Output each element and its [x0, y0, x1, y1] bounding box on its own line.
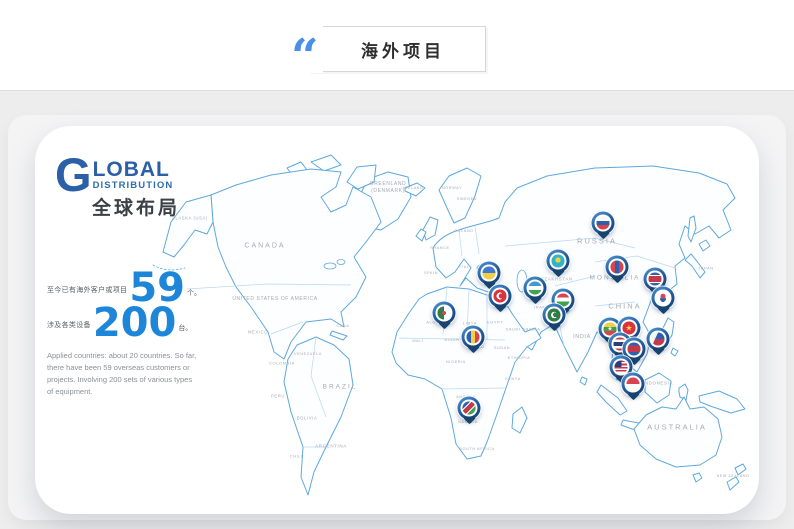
flag-icon-kz: [552, 255, 565, 268]
content-section: ALASKA (USA)CANADAGREENLAND(DENMARK)UNIT…: [0, 91, 794, 529]
flag-icon-na: [463, 402, 476, 415]
pin-ring: [461, 400, 478, 417]
pin-ring: [436, 305, 453, 322]
global-distribution-logo: G LOBAL DISTRIBUTION 全球布局: [55, 156, 215, 220]
stat2-value: 200: [93, 307, 177, 340]
pin-ring: [527, 280, 544, 297]
flag-icon-kh: [628, 343, 641, 356]
flag-icon-dz: [438, 307, 451, 320]
map-outer-card: ALASKA (USA)CANADAGREENLAND(DENMARK)UNIT…: [8, 115, 786, 520]
pin-ring: [465, 329, 482, 346]
pin-ring: [625, 376, 642, 393]
pin-ring: [609, 259, 626, 276]
flag-icon-tr: [494, 290, 507, 303]
logo-text-lobal: LOBAL: [93, 159, 174, 180]
flag-icon-vn: [623, 322, 636, 335]
map-pin-mongolia: [606, 256, 629, 279]
map-pin-namibia: [458, 397, 481, 420]
map-pin-south-korea: [652, 287, 675, 310]
map-pin-ukraine: [478, 262, 501, 285]
map-pin-pakistan: [543, 304, 566, 327]
flag-icon-kr: [657, 292, 670, 305]
flag-icon-ru: [597, 217, 610, 230]
map-pin-chad: [462, 326, 485, 349]
logo-text-distribution: DISTRIBUTION: [93, 180, 174, 192]
pin-ring: [655, 290, 672, 307]
flag-icon-ph: [652, 333, 665, 346]
logo-letter-g: G: [55, 156, 92, 195]
pin-ring: [595, 215, 612, 232]
page: “ 海外项目: [0, 0, 794, 529]
flag-icon-td: [467, 331, 480, 344]
pin-ring: [626, 341, 643, 358]
flag-icon-ua: [483, 267, 496, 280]
pin-ring: [492, 288, 509, 305]
stat2-unit: 台。: [178, 323, 192, 340]
pin-ring: [481, 265, 498, 282]
map-pin-indonesia: [622, 373, 645, 396]
pin-ring: [647, 271, 664, 288]
map-pin-russia: [592, 212, 615, 235]
flag-icon-mn: [611, 261, 624, 274]
stats-description: Applied countries: about 20 countries. S…: [47, 350, 199, 398]
flag-icon-uz: [529, 282, 542, 295]
section-title: 海外项目: [349, 37, 445, 62]
section-title-box: “ 海外项目: [308, 26, 486, 72]
map-pin-philippines: [647, 328, 670, 351]
map-card: ALASKA (USA)CANADAGREENLAND(DENMARK)UNIT…: [35, 126, 759, 514]
map-pin-kazakhstan: [547, 250, 570, 273]
stats-block: 至今已有海外客户或项目 59 个。 涉及各类设备 200 台。 Applied …: [47, 272, 219, 398]
pin-ring: [650, 331, 667, 348]
map-pin-algeria: [433, 302, 456, 325]
pin-ring: [550, 253, 567, 270]
stat2-label: 涉及各类设备: [47, 320, 91, 340]
logo-text-chinese: 全球布局: [55, 193, 215, 220]
flag-icon-id: [627, 378, 640, 391]
pin-ring: [546, 307, 563, 324]
flag-icon-my: [615, 361, 628, 374]
flag-icon-kp: [649, 273, 662, 286]
stat1-unit: 个。: [187, 288, 201, 305]
map-pin-uzbekistan: [524, 277, 547, 300]
quote-icon: “: [287, 25, 323, 73]
section-header: “ 海外项目: [0, 0, 794, 90]
map-pin-turkey: [489, 285, 512, 308]
flag-icon-pk: [548, 309, 561, 322]
stat-row-equipment: 涉及各类设备 200 台。: [47, 307, 219, 340]
